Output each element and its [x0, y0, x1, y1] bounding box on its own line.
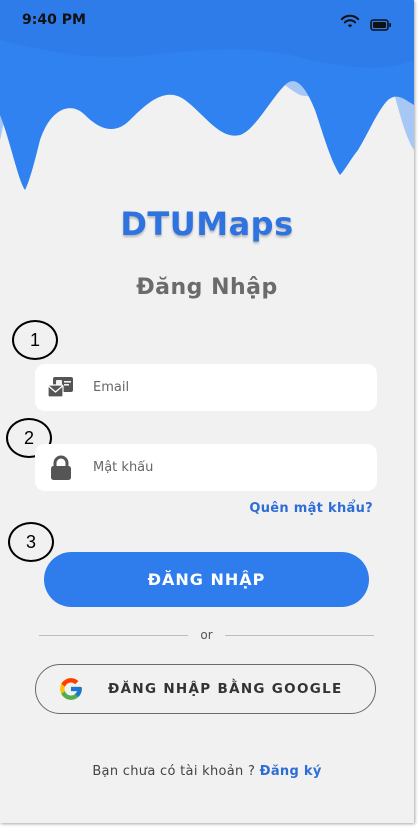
annotation-marker-3: 3 [8, 522, 54, 562]
signup-prompt: Bạn chưa có tài khoản ? Đăng ký [0, 764, 414, 779]
status-time: 9:40 PM [22, 12, 86, 28]
password-field[interactable] [35, 444, 377, 491]
login-button[interactable]: ĐĂNG NHẬP [44, 552, 369, 607]
wifi-icon [340, 14, 360, 34]
or-label: or [200, 628, 213, 642]
google-icon [58, 676, 84, 702]
google-login-button[interactable]: ĐĂNG NHẬP BẰNG GOOGLE [35, 664, 376, 714]
email-input[interactable] [91, 379, 355, 396]
app-logo: DTUMaps [120, 205, 294, 243]
password-input[interactable] [91, 459, 355, 476]
divider-line-left [39, 634, 189, 636]
forgot-password-link[interactable]: Quên mật khẩu? [249, 501, 373, 516]
divider-line-right [224, 634, 374, 636]
google-login-label: ĐĂNG NHẬP BẰNG GOOGLE [108, 681, 343, 697]
email-field[interactable] [35, 364, 377, 411]
email-card-icon [47, 374, 75, 402]
signup-prompt-text: Bạn chưa có tài khoản ? [92, 764, 256, 779]
login-screen: 9:40 PM DTUMaps Đăng Nhập 1 Email 2 Quên… [0, 0, 414, 823]
lock-icon [47, 454, 75, 482]
signup-link[interactable]: Đăng ký [260, 764, 322, 779]
annotation-marker-1: 1 [12, 320, 58, 360]
status-bar: 9:40 PM [0, 12, 414, 32]
page-title: Đăng Nhập [136, 275, 278, 300]
or-divider: or [39, 627, 374, 643]
battery-icon [370, 16, 392, 35]
